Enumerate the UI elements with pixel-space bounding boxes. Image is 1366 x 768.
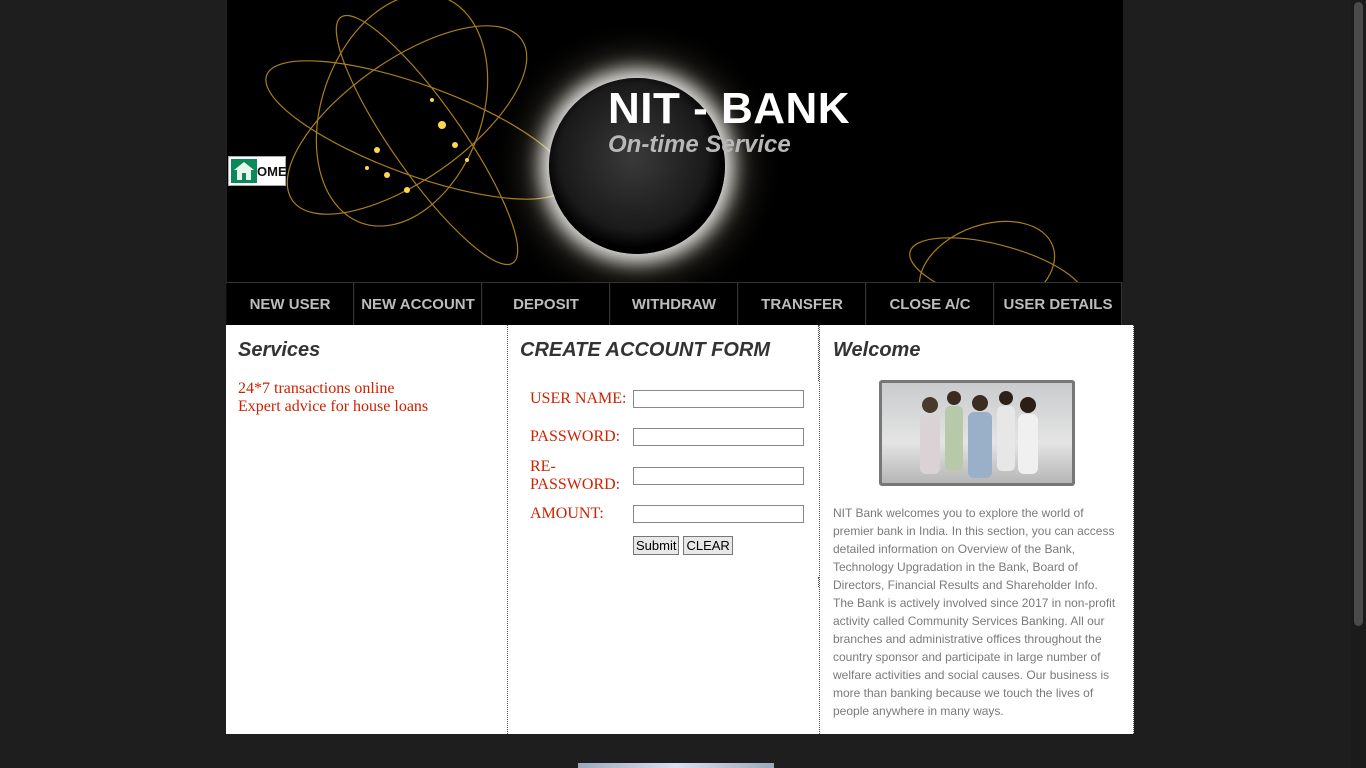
repassword-label: RE-PASSWORD: — [530, 458, 621, 493]
scrollbar[interactable] — [1351, 0, 1366, 768]
form-heading: CREATE ACCOUNT FORM — [520, 339, 770, 361]
username-label: USER NAME: — [530, 390, 627, 407]
services-column: Services 24*7 transactions online Expert… — [226, 325, 508, 734]
welcome-text: NIT Bank welcomes you to explore the wor… — [833, 506, 1116, 718]
services-heading: Services — [238, 339, 321, 361]
create-account-form: USER NAME: PASSWORD: RE-PASSWORD: AMOUNT… — [530, 380, 804, 558]
home-icon — [231, 159, 257, 183]
home-button-label: OME — [257, 163, 287, 179]
bank-tagline: On-time Service — [608, 131, 791, 158]
footer-image-partial — [578, 763, 774, 768]
welcome-heading: Welcome — [833, 339, 921, 361]
password-input[interactable] — [633, 427, 804, 446]
service-item: Expert advice for house loans — [238, 398, 429, 415]
bank-title: NIT - BANK — [608, 84, 851, 133]
nav-deposit[interactable]: DEPOSIT — [482, 283, 610, 325]
nav-close-ac[interactable]: CLOSE A/C — [866, 283, 994, 325]
spacer-cell — [530, 532, 633, 558]
welcome-column: Welcome NIT Bank welcomes you to explore… — [819, 325, 1134, 734]
service-item: 24*7 transactions online — [238, 380, 395, 397]
page-container: OME NIT - BANK On-time Service NEW USER … — [226, 0, 1134, 734]
form-column: CREATE ACCOUNT FORM USER NAME: PASSWORD:… — [508, 325, 819, 734]
nav-withdraw[interactable]: WITHDRAW — [610, 283, 738, 325]
header-banner: OME NIT - BANK On-time Service — [226, 0, 1123, 282]
nav-new-account[interactable]: NEW ACCOUNT — [354, 283, 482, 325]
username-input[interactable] — [633, 389, 804, 408]
scrollbar-thumb[interactable] — [1354, 2, 1363, 626]
nav-transfer[interactable]: TRANSFER — [738, 283, 866, 325]
nav-user-details[interactable]: USER DETAILS — [994, 283, 1122, 325]
submit-button[interactable]: Submit — [633, 535, 680, 555]
amount-label: AMOUNT: — [530, 505, 604, 522]
team-photo — [878, 380, 1075, 486]
main-nav: NEW USER NEW ACCOUNT DEPOSIT WITHDRAW TR… — [226, 282, 1122, 325]
amount-input[interactable] — [633, 504, 804, 523]
password-label: PASSWORD: — [530, 428, 621, 445]
team-photo-illustration — [919, 391, 1038, 478]
home-button[interactable]: OME — [228, 156, 287, 186]
clear-button[interactable]: CLEAR — [683, 535, 733, 555]
content-area: Services 24*7 transactions online Expert… — [226, 325, 1134, 734]
repassword-input[interactable] — [633, 466, 804, 485]
nav-new-user[interactable]: NEW USER — [226, 283, 354, 325]
